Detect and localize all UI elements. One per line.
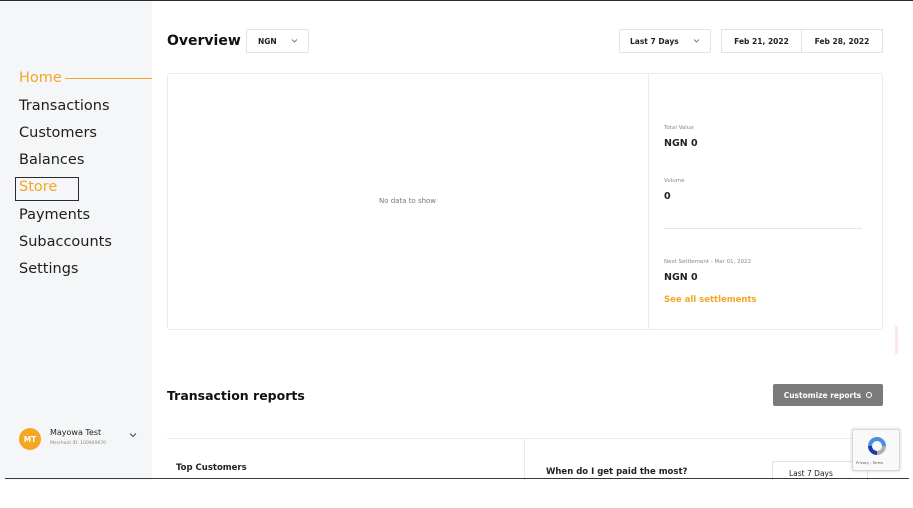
paid-most-title: When do I get paid the most? [546, 467, 688, 477]
date-range-value: Last 7 Days [630, 36, 679, 46]
see-all-settlements-link[interactable]: See all settlements [664, 295, 757, 305]
customize-reports-button[interactable]: Customize reports [773, 384, 883, 406]
end-date-field[interactable]: Feb 28, 2022 [801, 29, 883, 53]
merchant-id: Merchant ID: 100949970 [50, 441, 107, 446]
divider [167, 438, 883, 439]
next-settlement-value: NGN 0 [664, 272, 698, 283]
chevron-down-icon [291, 39, 298, 43]
sidebar-item-subaccounts[interactable]: Subaccounts [19, 234, 112, 250]
report-range-value: Last 7 Days [789, 468, 833, 478]
window-bottom-edge [5, 478, 909, 479]
volume-label: Volume [664, 178, 685, 184]
avatar: MT [19, 428, 41, 450]
sidebar-item-customers[interactable]: Customers [19, 125, 97, 141]
sidebar-item-payments[interactable]: Payments [19, 207, 90, 223]
sidebar: Home Transactions Customers Balances Sto… [0, 1, 152, 480]
active-indicator [65, 78, 152, 79]
divider [524, 438, 525, 480]
total-value-label: Total Value [664, 125, 694, 131]
divider [664, 228, 862, 229]
card-divider [648, 74, 649, 329]
recaptcha-links[interactable]: Privacy - Terms [856, 461, 883, 465]
user-name: Mayowa Test [50, 428, 102, 437]
total-value: NGN 0 [664, 138, 698, 149]
volume-value: 0 [664, 191, 671, 202]
recaptcha-icon [868, 437, 886, 455]
section-title: Transaction reports [167, 388, 305, 403]
date-range-select[interactable]: Last 7 Days [619, 29, 711, 53]
currency-select[interactable]: NGN [246, 29, 309, 53]
chevron-down-icon[interactable] [129, 432, 137, 438]
chevron-down-icon [693, 39, 700, 43]
circle-icon [866, 392, 873, 398]
start-date-field[interactable]: Feb 21, 2022 [721, 29, 802, 53]
next-settlement-label: Next Settlement - Mar 01, 2022 [664, 259, 752, 265]
sidebar-item-settings[interactable]: Settings [19, 261, 78, 277]
page-title: Overview [167, 33, 241, 49]
customize-reports-label: Customize reports [783, 390, 862, 400]
empty-chart-message: No data to show [378, 197, 437, 205]
app-window: Home Transactions Customers Balances Sto… [0, 0, 913, 480]
sidebar-item-balances[interactable]: Balances [19, 152, 84, 168]
sidebar-item-home[interactable]: Home [19, 70, 62, 86]
top-customers-title: Top Customers [176, 463, 247, 473]
sidebar-item-store[interactable]: Store [19, 179, 57, 195]
recaptcha-badge[interactable]: Privacy - Terms [852, 429, 900, 471]
sidebar-item-transactions[interactable]: Transactions [19, 98, 110, 114]
currency-value: NGN [258, 36, 277, 46]
edge-marker [895, 326, 898, 354]
user-menu[interactable]: MT Mayowa Test Merchant ID: 100949970 [19, 424, 144, 452]
